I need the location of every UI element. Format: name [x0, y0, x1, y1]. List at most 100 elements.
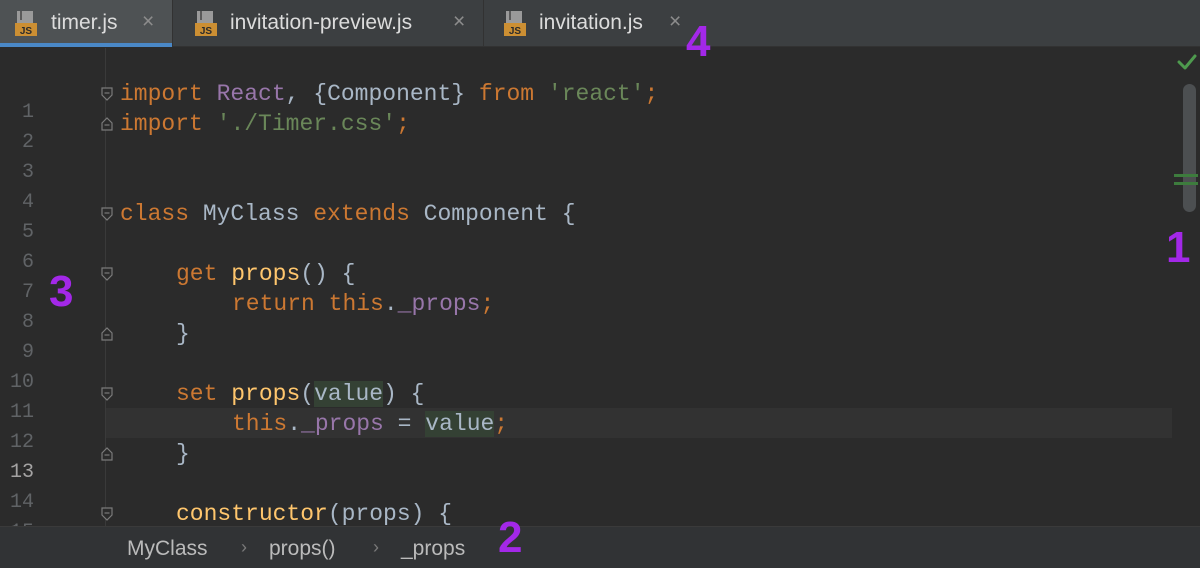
code-text: () {: [300, 261, 356, 287]
tab-label: invitation-preview.js: [230, 11, 413, 34]
code-text: Component {: [409, 201, 576, 227]
line-number: 7: [21, 281, 34, 304]
js-file-icon: JS: [194, 9, 218, 38]
function-name: props: [231, 381, 301, 407]
punctuation: ;: [644, 81, 659, 107]
code-line-10[interactable]: }: [176, 319, 190, 349]
breadcrumb-item-props[interactable]: props(): [269, 537, 336, 561]
close-icon[interactable]: ×: [142, 9, 154, 35]
line-number-current: 13: [9, 461, 34, 484]
parameter-highlight: value: [314, 381, 384, 407]
keyword: return: [232, 291, 315, 317]
check-icon[interactable]: [1177, 52, 1197, 72]
callout-number-4: 4: [686, 17, 711, 66]
line-number: 14: [9, 491, 34, 514]
breadcrumb-item-myclass[interactable]: MyClass: [127, 537, 208, 561]
editor-tab-bar: JS timer.js × JS invitation-preview.js ×…: [0, 0, 1200, 47]
js-file-icon: JS: [503, 9, 527, 38]
tab-invitation-js[interactable]: JS invitation.js ×: [485, 0, 703, 47]
code-line-12[interactable]: set props(value) {: [176, 379, 425, 409]
fold-end-icon[interactable]: [101, 327, 113, 341]
code-text: (props) {: [327, 501, 453, 527]
line-number: 9: [21, 341, 34, 364]
tab-label: invitation.js: [539, 11, 643, 34]
function-name: constructor: [176, 501, 328, 527]
code-line-8[interactable]: get props() {: [176, 259, 355, 289]
string-literal: 'react': [547, 81, 645, 107]
fold-start-icon[interactable]: [101, 387, 113, 401]
fold-end-icon[interactable]: [101, 117, 113, 131]
chevron-right-icon: ›: [241, 537, 247, 557]
close-icon[interactable]: ×: [669, 9, 681, 35]
parameter-highlight: value: [425, 411, 495, 437]
callout-number-1: 1: [1166, 223, 1191, 272]
code-line-6[interactable]: class MyClass extends Component {: [120, 199, 576, 229]
line-number: 6: [21, 251, 34, 274]
keyword: get: [176, 261, 218, 287]
svg-text:JS: JS: [509, 26, 522, 37]
code-text: }: [176, 321, 190, 347]
line-number: 1: [21, 101, 34, 124]
code-text: .: [287, 411, 302, 437]
punctuation: ;: [396, 111, 410, 137]
line-number: 11: [9, 401, 34, 424]
keyword: import: [120, 81, 203, 107]
field-name: _props: [397, 291, 481, 317]
punctuation: ;: [480, 291, 495, 317]
function-name: props: [231, 261, 301, 287]
fold-start-icon[interactable]: [101, 87, 113, 101]
tab-invitation-preview-js[interactable]: JS invitation-preview.js ×: [174, 0, 484, 47]
line-number: 10: [9, 371, 34, 394]
code-text: ) {: [383, 381, 425, 407]
change-marker[interactable]: [1174, 182, 1198, 185]
keyword: import: [120, 111, 203, 137]
callout-number-2: 2: [498, 513, 523, 562]
change-marker[interactable]: [1174, 174, 1198, 177]
tab-label: timer.js: [51, 11, 118, 34]
line-number: 5: [21, 221, 34, 244]
breadcrumb: MyClass › props() › _props: [0, 526, 1200, 568]
fold-start-icon[interactable]: [101, 207, 113, 221]
code-text: MyClass: [189, 201, 314, 227]
code-text: .: [383, 291, 398, 317]
string-literal: './Timer.css': [216, 111, 397, 137]
code-text: }: [176, 441, 190, 467]
code-text: =: [383, 411, 426, 437]
svg-text:JS: JS: [200, 26, 213, 37]
keyword: this: [232, 411, 288, 437]
fold-start-icon[interactable]: [101, 267, 113, 281]
keyword: class: [120, 201, 190, 227]
line-number: 4: [21, 191, 34, 214]
code-line-13[interactable]: this._props = value;: [232, 409, 508, 439]
punctuation: ;: [494, 411, 509, 437]
keyword: extends: [313, 201, 410, 227]
code-line-9[interactable]: return this._props;: [232, 289, 494, 319]
chevron-right-icon: ›: [373, 537, 379, 557]
code-line-16[interactable]: constructor(props) {: [176, 499, 452, 529]
line-number: 8: [21, 311, 34, 334]
fold-start-icon[interactable]: [101, 507, 113, 521]
breadcrumb-item-props-field[interactable]: _props: [401, 537, 465, 561]
tab-timer-js[interactable]: JS timer.js ×: [0, 0, 173, 47]
code-line-2[interactable]: import React, {Component} from 'react';: [120, 79, 658, 109]
fold-end-icon[interactable]: [101, 447, 113, 461]
code-text: , {Component}: [285, 81, 479, 107]
keyword: set: [176, 381, 218, 407]
code-line-3[interactable]: import './Timer.css';: [120, 109, 410, 139]
close-icon[interactable]: ×: [453, 9, 465, 35]
code-text: (: [300, 381, 315, 407]
line-number: 2: [21, 131, 34, 154]
identifier: React: [202, 81, 286, 107]
code-line-14[interactable]: }: [176, 439, 190, 469]
line-number: 3: [21, 161, 34, 184]
svg-text:JS: JS: [20, 26, 33, 37]
scrollbar-thumb[interactable]: [1183, 84, 1196, 212]
line-number: 12: [9, 431, 34, 454]
keyword: from: [478, 81, 535, 107]
callout-number-3: 3: [49, 267, 74, 316]
